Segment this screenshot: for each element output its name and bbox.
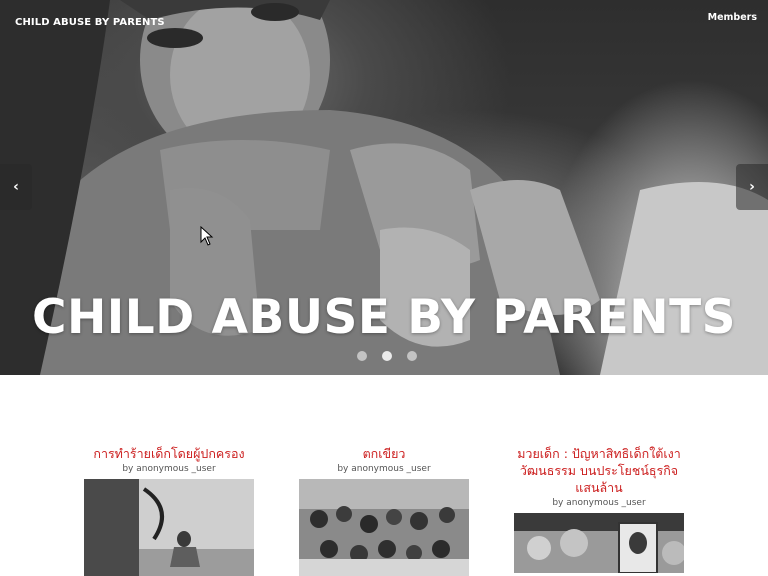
hero-headline: CHILD ABUSE BY PARENTS (31, 290, 737, 345)
post-byline: by anonymous _user (337, 464, 431, 474)
post-byline: by anonymous _user (552, 498, 646, 508)
hero-slider: CHILD ABUSE BY PARENTS Members ‹ › CHILD… (0, 0, 768, 375)
mouse-cursor-icon (200, 226, 214, 246)
slide-dot[interactable] (382, 351, 392, 361)
post-byline: by anonymous _user (122, 464, 216, 474)
post-card: ตกเขียว by anonymous _user (294, 445, 474, 576)
next-slide-button[interactable]: › (736, 164, 768, 210)
post-thumbnail[interactable] (514, 513, 684, 573)
site-title[interactable]: CHILD ABUSE BY PARENTS (15, 17, 165, 28)
prev-slide-button[interactable]: ‹ (0, 164, 32, 210)
post-card: การทำร้ายเด็กโดยผู้ปกครอง by anonymous _… (79, 445, 259, 576)
slide-indicators (357, 351, 417, 361)
post-title[interactable]: ตกเขียว (294, 445, 474, 462)
slide-dot[interactable] (357, 351, 367, 361)
members-link[interactable]: Members (708, 12, 757, 23)
chevron-left-icon: ‹ (13, 179, 19, 195)
post-thumbnail[interactable] (299, 479, 469, 576)
post-card: มวยเด็ก : ปัญหาสิทธิเด็กใต้เงาวัฒนธรรม บ… (509, 445, 689, 573)
chevron-right-icon: › (749, 179, 755, 195)
post-title[interactable]: การทำร้ายเด็กโดยผู้ปกครอง (79, 445, 259, 462)
post-title[interactable]: มวยเด็ก : ปัญหาสิทธิเด็กใต้เงาวัฒนธรรม บ… (509, 445, 689, 496)
post-thumbnail[interactable] (84, 479, 254, 576)
slide-dot[interactable] (407, 351, 417, 361)
